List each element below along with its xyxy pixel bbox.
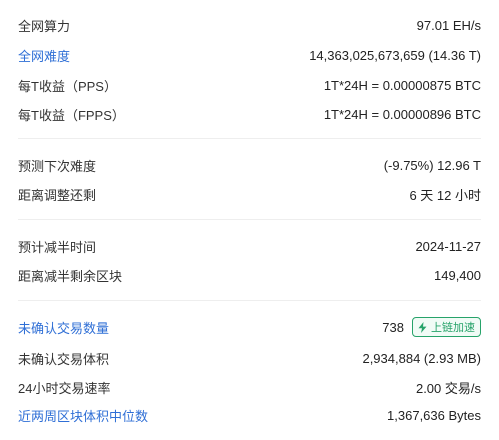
unconfirmed-count-row: 未确认交易数量 738 上链加速 — [18, 316, 481, 338]
difficulty-link[interactable]: 全网难度 — [18, 46, 70, 65]
halving-blocks-value: 149,400 — [434, 267, 481, 283]
hashrate-value: 97.01 EH/s — [416, 17, 481, 33]
divider — [18, 300, 481, 301]
unconfirmed-count-value: 738 — [382, 319, 404, 335]
halving-time-value: 2024-11-27 — [415, 238, 481, 254]
tx-rate-row: 24小时交易速率 2.00 交易/s — [18, 376, 481, 398]
divider — [18, 219, 481, 220]
bolt-icon — [418, 321, 427, 333]
divider — [18, 138, 481, 139]
fpps-row: 每T收益（FPPS） 1T*24H = 0.00000896 BTC — [18, 103, 481, 125]
adjust-remaining-label: 距离调整还剩 — [18, 187, 97, 203]
pps-value: 1T*24H = 0.00000875 BTC — [323, 77, 481, 93]
next-difficulty-row: 预测下次难度 (-9.75%) 12.96 T — [18, 154, 481, 176]
network-stats-panel: 全网算力 97.01 EH/s 全网难度 14,363,025,673,659 … — [0, 0, 499, 440]
accelerate-label: 上链加速 — [431, 322, 475, 334]
unconfirmed-count-values: 738 上链加速 — [382, 317, 481, 337]
tx-rate-value: 2.00 交易/s — [415, 380, 481, 396]
hashrate-row: 全网算力 97.01 EH/s — [18, 14, 481, 36]
accelerate-button[interactable]: 上链加速 — [412, 317, 481, 337]
median-block-value: 1,367,636 Bytes — [387, 407, 481, 423]
pps-row: 每T收益（PPS） 1T*24H = 0.00000875 BTC — [18, 74, 481, 96]
fpps-label: 每T收益（FPPS） — [18, 107, 125, 123]
difficulty-row: 全网难度 14,363,025,673,659 (14.36 T) — [18, 44, 481, 66]
halving-time-label: 预计减半时间 — [18, 239, 97, 255]
unconfirmed-size-value: 2,934,884 (2.93 MB) — [362, 350, 481, 366]
unconfirmed-size-row: 未确认交易体积 2,934,884 (2.93 MB) — [18, 347, 481, 369]
median-block-row: 近两周区块体积中位数 1,367,636 Bytes — [18, 404, 481, 426]
tx-rate-label: 24小时交易速率 — [18, 380, 111, 396]
halving-time-row: 预计减半时间 2024-11-27 — [18, 235, 481, 257]
halving-blocks-label: 距离减半剩余区块 — [18, 268, 123, 284]
halving-blocks-row: 距离减半剩余区块 149,400 — [18, 264, 481, 286]
unconfirmed-size-label: 未确认交易体积 — [18, 351, 110, 367]
difficulty-value: 14,363,025,673,659 (14.36 T) — [309, 47, 481, 63]
pps-label: 每T收益（PPS） — [18, 78, 117, 94]
hashrate-label: 全网算力 — [18, 18, 71, 34]
adjust-remaining-value: 6 天 12 小时 — [409, 187, 481, 203]
next-difficulty-value: (-9.75%) 12.96 T — [383, 157, 481, 173]
unconfirmed-count-link[interactable]: 未确认交易数量 — [18, 318, 109, 337]
median-block-link[interactable]: 近两周区块体积中位数 — [18, 406, 148, 425]
fpps-value: 1T*24H = 0.00000896 BTC — [323, 106, 481, 122]
adjust-remaining-row: 距离调整还剩 6 天 12 小时 — [18, 183, 481, 205]
next-difficulty-label: 预测下次难度 — [18, 158, 97, 174]
